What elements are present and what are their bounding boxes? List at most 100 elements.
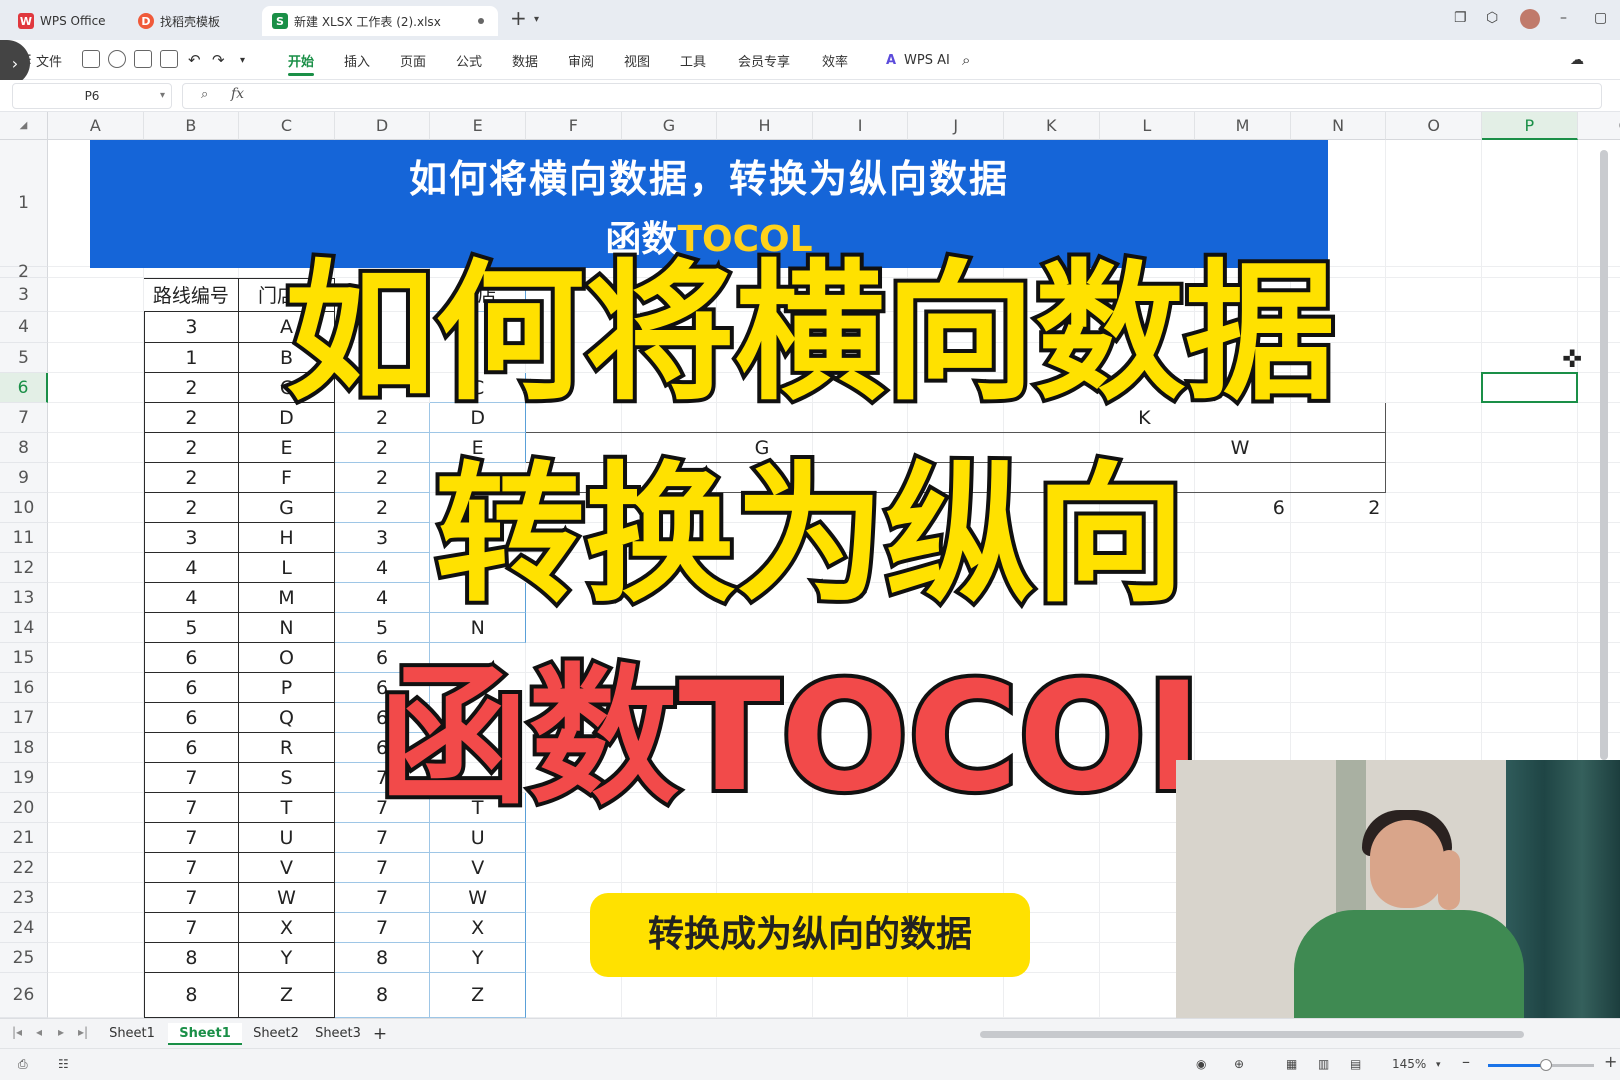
column-header-a[interactable]: A (48, 112, 144, 140)
column-header-i[interactable]: I (812, 112, 909, 140)
last-sheet-icon[interactable]: ▸| (78, 1025, 88, 1039)
minimize-icon[interactable]: – (1560, 10, 1567, 26)
sheet-tab-sheet1-copy[interactable]: Sheet1 (2) (168, 1023, 242, 1063)
page-break-icon[interactable]: ▤ (1350, 1057, 1361, 1071)
undo-icon[interactable]: ↶ (188, 40, 201, 80)
table-cell-route[interactable]: 8 (143, 943, 240, 973)
column-header-b[interactable]: B (143, 112, 240, 140)
sheet-tab-sheet3[interactable]: Sheet3 (312, 1023, 364, 1045)
wps-ai-button[interactable]: WPS AI (904, 40, 950, 80)
cloud-upload-icon[interactable]: ☁ (1570, 40, 1584, 80)
table-cell-store-copy[interactable]: U (430, 823, 526, 853)
tab-page[interactable]: 页面 (400, 40, 426, 80)
zoom-in-icon[interactable]: + (1604, 1052, 1617, 1071)
save-icon[interactable] (82, 50, 100, 68)
zoom-level[interactable]: 145% (1392, 1057, 1426, 1071)
column-header-l[interactable]: L (1099, 112, 1196, 140)
table-cell-store[interactable]: X (239, 913, 335, 943)
column-header-k[interactable]: K (1004, 112, 1100, 140)
sheet-list-icon[interactable]: ☷ (58, 1057, 69, 1071)
table-cell-route[interactable]: 8 (143, 973, 240, 1018)
tab-home[interactable]: 开始 (288, 40, 315, 80)
table-cell-route-copy[interactable]: 7 (334, 853, 431, 883)
first-sheet-icon[interactable]: |◂ (12, 1025, 22, 1039)
tab-docer-templates[interactable]: D 找稻壳模板 (128, 6, 256, 36)
name-box[interactable]: P6 ▾ (12, 83, 172, 109)
table-cell-route[interactable]: 7 (143, 883, 240, 913)
print-icon[interactable] (134, 50, 152, 68)
tab-member[interactable]: 会员专享 (738, 40, 790, 80)
tab-wps-office[interactable]: W WPS Office (8, 6, 122, 36)
table-cell-route[interactable]: 7 (143, 913, 240, 943)
row-header-23[interactable]: 23 (0, 883, 48, 913)
column-header-q[interactable]: Q (1577, 112, 1620, 140)
sheet-tab-sheet1[interactable]: Sheet1 (104, 1023, 160, 1045)
tab-workbook[interactable]: S 新建 XLSX 工作表 (2).xlsx (262, 6, 498, 36)
quick-access-more-icon[interactable]: ▾ (240, 40, 245, 80)
table-cell-route-copy[interactable]: 8 (334, 973, 431, 1018)
avatar[interactable] (1520, 9, 1540, 29)
table-cell-route[interactable]: 7 (143, 853, 240, 883)
table-cell-store-copy[interactable]: X (430, 913, 526, 943)
tab-review[interactable]: 审阅 (568, 40, 594, 80)
zoom-slider-handle[interactable] (1540, 1059, 1553, 1071)
tab-view[interactable]: 视图 (624, 40, 650, 80)
column-header-e[interactable]: E (430, 112, 526, 140)
add-sheet-icon[interactable]: + (370, 1023, 390, 1045)
tab-formulas[interactable]: 公式 (456, 40, 482, 80)
tab-tools[interactable]: 工具 (680, 40, 706, 80)
tab-insert[interactable]: 插入 (344, 40, 370, 80)
vertical-scrollbar[interactable] (1600, 150, 1608, 760)
restore-icon[interactable]: ▢ (1594, 10, 1607, 26)
new-tab-icon[interactable]: + (510, 6, 527, 30)
chevron-down-icon[interactable]: ▾ (160, 84, 165, 108)
share-icon[interactable] (108, 50, 126, 68)
zoom-slider[interactable] (1488, 1059, 1594, 1071)
tab-efficiency[interactable]: 效率 (822, 40, 848, 80)
column-header-n[interactable]: N (1290, 112, 1387, 140)
tab-data[interactable]: 数据 (512, 40, 538, 80)
row-header-22[interactable]: 22 (0, 853, 48, 883)
zoom-formula-icon[interactable]: ⌕ (201, 87, 208, 102)
table-cell-route-copy[interactable]: 7 (334, 913, 431, 943)
normal-view-icon[interactable]: ▦ (1286, 1057, 1297, 1071)
column-header-h[interactable]: H (717, 112, 813, 140)
horizontal-scrollbar[interactable] (980, 1031, 1524, 1038)
row-header-21[interactable]: 21 (0, 823, 48, 853)
next-sheet-icon[interactable]: ▸ (58, 1025, 64, 1039)
table-cell-store[interactable]: V (239, 853, 335, 883)
column-header-m[interactable]: M (1195, 112, 1291, 140)
print-preview-icon[interactable] (160, 50, 178, 68)
table-cell-route-copy[interactable]: 7 (334, 823, 431, 853)
page-layout-icon[interactable]: ▥ (1318, 1057, 1329, 1071)
eye-protection-icon[interactable]: ◉ (1196, 1057, 1206, 1071)
table-cell-store-copy[interactable]: V (430, 853, 526, 883)
unsaved-dot-icon[interactable] (478, 18, 484, 24)
file-menu[interactable]: 文件 (36, 40, 62, 80)
macro-icon[interactable]: ⎙ (18, 1057, 28, 1072)
column-header-d[interactable]: D (334, 112, 431, 140)
column-header-g[interactable]: G (621, 112, 718, 140)
select-all-corner[interactable]: ◢ (0, 112, 48, 140)
search-icon[interactable]: ⌕ (962, 40, 970, 80)
table-cell-store-copy[interactable]: Z (430, 973, 526, 1018)
zoom-dropdown-icon[interactable]: ▾ (1436, 1060, 1441, 1070)
redo-icon[interactable]: ↷ (212, 40, 225, 80)
row-header-26[interactable]: 26 (0, 973, 48, 1018)
column-header-f[interactable]: F (526, 112, 622, 140)
chevron-down-icon[interactable]: ▾ (534, 14, 539, 25)
prev-sheet-icon[interactable]: ◂ (36, 1025, 42, 1039)
column-header-c[interactable]: C (239, 112, 335, 140)
row-header-25[interactable]: 25 (0, 943, 48, 973)
table-cell-store-copy[interactable]: W (430, 883, 526, 913)
row-header-24[interactable]: 24 (0, 913, 48, 943)
zoom-out-icon[interactable]: – (1462, 1052, 1470, 1071)
table-cell-route-copy[interactable]: 8 (334, 943, 431, 973)
sheet-tab-sheet2[interactable]: Sheet2 (250, 1023, 302, 1045)
table-cell-store[interactable]: Y (239, 943, 335, 973)
table-cell-store[interactable]: W (239, 883, 335, 913)
fx-icon[interactable]: fx (231, 86, 244, 102)
table-cell-store[interactable]: U (239, 823, 335, 853)
table-cell-store[interactable]: Z (239, 973, 335, 1018)
window-layout-icon[interactable]: ❐ (1454, 10, 1467, 26)
